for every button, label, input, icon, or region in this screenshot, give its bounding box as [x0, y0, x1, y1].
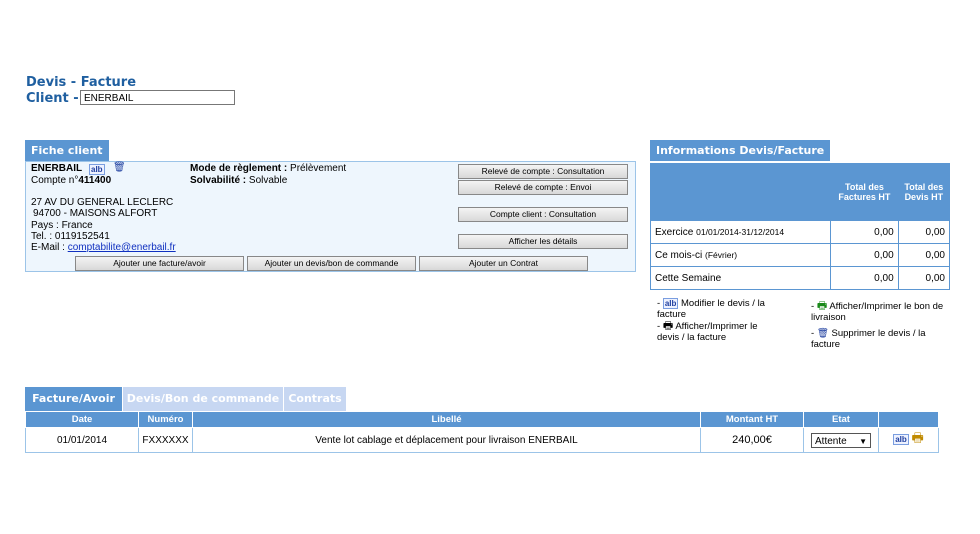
etat-select-value: Attente [815, 435, 847, 447]
cell-montant: 240,00€ [700, 427, 804, 453]
telephone: Tel. : 0119152541 [31, 231, 110, 242]
col-numero: Numéro [138, 411, 193, 428]
address-line1: 27 AV DU GENERAL LECLERC [31, 197, 174, 208]
cell-date: 01/01/2014 [25, 427, 139, 453]
row-devis: 0,00 [897, 243, 951, 267]
page-title: Devis - Facture [26, 75, 137, 90]
client-input[interactable]: ENERBAIL [80, 90, 235, 105]
printer-icon: 🖶 [662, 320, 674, 332]
col-etat: Etat [803, 411, 879, 428]
printer-icon[interactable]: 🖶 [912, 430, 924, 445]
row-devis: 0,00 [897, 266, 951, 290]
email-link[interactable]: comptabilite@enerbail.fr [68, 242, 176, 253]
col-date: Date [25, 411, 139, 428]
edit-icon: aIb [662, 298, 679, 309]
add-contrat-button[interactable]: Ajouter un Contrat [419, 256, 588, 271]
cell-actions: aIb 🖶 [878, 427, 939, 453]
info-header-blank [649, 163, 832, 221]
row-label: Ce mois-ci [655, 249, 703, 261]
trash-icon: 🗑 [816, 328, 829, 339]
row-devis: 0,00 [897, 220, 951, 244]
cell-etat: Attente ▼ [803, 427, 879, 453]
cell-libelle: Vente lot cablage et déplacement pour li… [192, 427, 701, 453]
fiche-client-tab: Fiche client [25, 140, 109, 161]
add-devis-button[interactable]: Ajouter un devis/bon de commande [247, 256, 416, 271]
row-factures: 0,00 [830, 220, 899, 244]
edit-icon[interactable]: aIb [893, 434, 909, 445]
row-label: Cette Semaine [655, 272, 722, 284]
legend-print-devis: - 🖶 Afficher/Imprimer le devis / la fact… [657, 320, 758, 344]
info-row: Cette Semaine 0,00 0,00 [649, 266, 951, 290]
row-label: Exercice [655, 226, 694, 238]
add-facture-button[interactable]: Ajouter une facture/avoir [75, 256, 244, 271]
col-factures-header: Total des Factures HT [830, 163, 899, 221]
legend-print-bon-text: Afficher/Imprimer le bon de livraison [811, 301, 944, 323]
afficher-details-button[interactable]: Afficher les détails [458, 234, 628, 249]
row-sub: 01/01/2014-31/12/2014 [696, 226, 785, 237]
tab-contrats[interactable]: Contrats [284, 387, 346, 411]
tab-devis-bon[interactable]: Devis/Bon de commande [123, 387, 283, 411]
client-name: ENERBAIL [31, 163, 83, 174]
releve-envoi-button[interactable]: Relevé de compte : Envoi [458, 180, 628, 195]
client-label: Client - [26, 91, 79, 106]
address-line2: 94700 - MAISONS ALFORT [33, 208, 158, 219]
etat-select[interactable]: Attente ▼ [811, 432, 871, 448]
chevron-down-icon: ▼ [859, 436, 867, 446]
cell-numero: FXXXXXX [138, 427, 193, 453]
legend-delete-text: Supprimer le devis / la facture [811, 328, 926, 350]
row-factures: 0,00 [830, 266, 899, 290]
legend-modify: - aIb Modifier le devis / la facture [657, 298, 765, 320]
col-montant: Montant HT [700, 411, 804, 428]
col-actions [878, 411, 939, 428]
col-libelle: Libellé [192, 411, 701, 428]
info-row: Ce mois-ci (Février) 0,00 0,00 [649, 243, 951, 267]
legend-print-devis-text: Afficher/Imprimer le devis / la facture [657, 321, 758, 343]
row-factures: 0,00 [830, 243, 899, 267]
edit-client-icon[interactable]: aIb [89, 164, 105, 175]
col-devis-header: Total des Devis HT [897, 163, 951, 221]
compte-number: 411400 [78, 175, 112, 186]
solvabilite-value: Solvable [248, 175, 288, 186]
legend-print-bon: - 🖶 Afficher/Imprimer le bon de livraiso… [811, 300, 944, 324]
mode-label: Mode de règlement : [190, 163, 288, 174]
info-table: Total des Factures HT Total des Devis HT… [649, 163, 951, 290]
pays: Pays : France [31, 220, 93, 231]
printer-green-icon: 🖶 [816, 300, 828, 312]
row-sub: (Février) [705, 249, 738, 260]
legend-delete: - 🗑 Supprimer le devis / la facture [811, 328, 926, 350]
factures-table: Date Numéro Libellé Montant HT Etat 01/0… [25, 411, 939, 453]
table-row: 01/01/2014 FXXXXXX Vente lot cablage et … [25, 427, 939, 453]
info-tab: Informations Devis/Facture [650, 140, 831, 161]
solvabilite-label: Solvabilité : [190, 175, 247, 186]
compte-consultation-button[interactable]: Compte client : Consultation [458, 207, 628, 222]
releve-consultation-button[interactable]: Relevé de compte : Consultation [458, 164, 628, 179]
mode-value: Prélèvement [290, 163, 347, 174]
trash-icon[interactable]: 🗑 [113, 162, 126, 173]
info-row: Exercice 01/01/2014-31/12/2014 0,00 0,00 [649, 220, 951, 244]
compte-prefix: Compte n° [31, 175, 79, 186]
email-label: E-Mail : [31, 242, 65, 253]
tab-facture-avoir[interactable]: Facture/Avoir [25, 387, 122, 411]
